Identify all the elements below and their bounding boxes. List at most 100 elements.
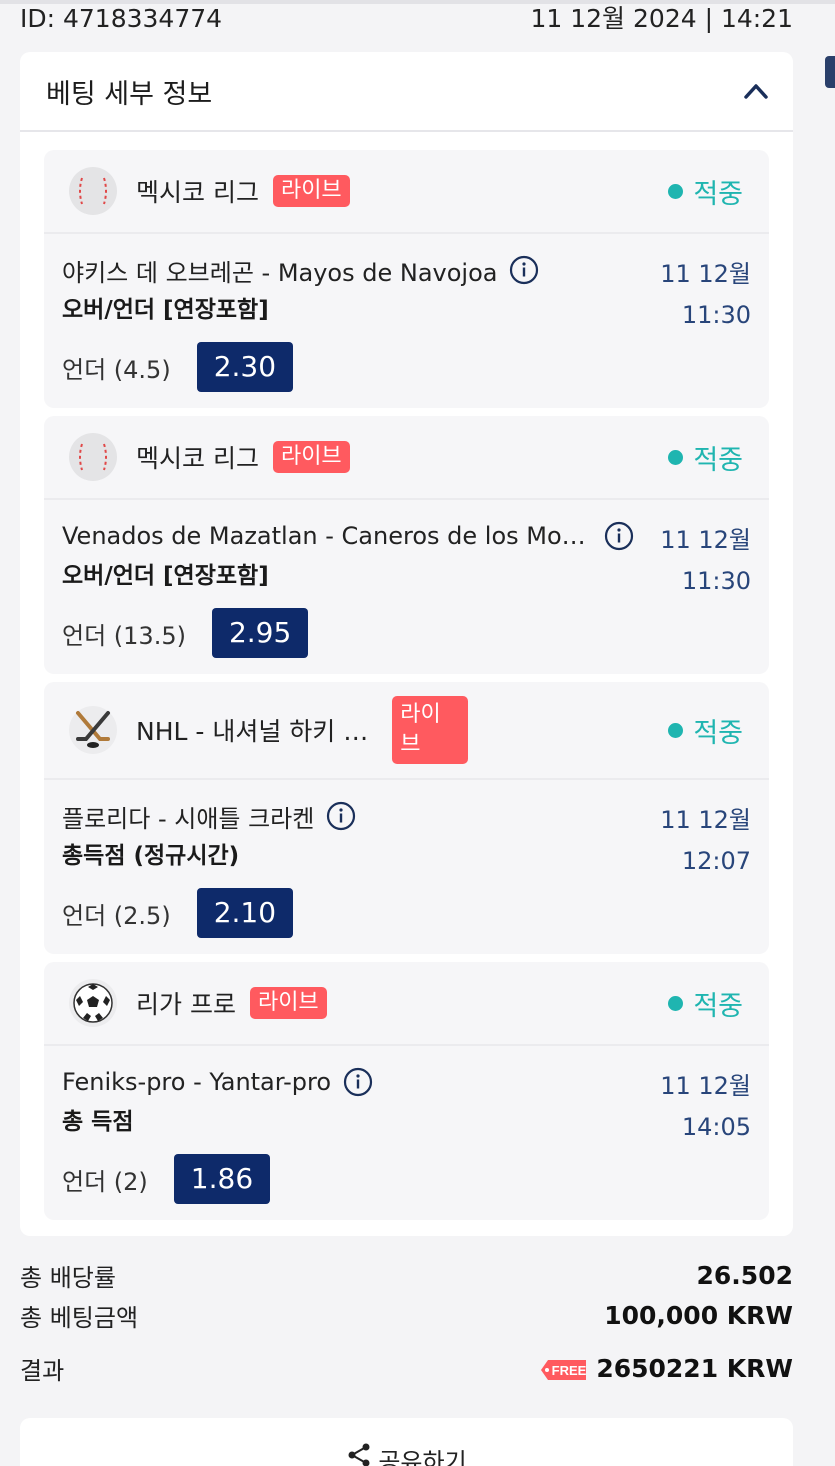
total-stake-value: 100,000 KRW [604,1300,793,1330]
event-time: 11:30 [681,301,751,329]
bet-selection-body: 플로리다 - 시애틀 크라켄 총득점 (정규시간) 언더 (2.5) 2.10 … [44,780,769,970]
bet-selection: 멕시코 리그 라이브 적중 Venados de Mazatlan - Cane… [44,416,769,674]
status-dot [668,183,684,199]
share-label: 공유하기 [378,1448,467,1466]
match-row: Feniks-pro - Yantar-pro [62,1064,751,1100]
free-tag-text: FREE [552,1363,587,1378]
bet-selection: NHL - 내셔널 하키 … 라이브 적중 플로리다 - 시애틀 크라켄 총득점… [44,682,769,954]
pick-label: 언더 (2.5) [62,901,171,930]
bet-selection: 멕시코 리그 라이브 적중 야키스 데 오브레곤 - Mayos de Navo… [44,150,769,408]
odds-badge: 2.95 [211,608,309,658]
total-odds-value: 26.502 [696,1260,793,1290]
live-badge-line2: 브 [400,732,421,757]
league-name: 멕시코 리그 [136,444,259,473]
bet-id: ID: 4718334774 [20,4,223,33]
event-datetime: 11 12월 14:05 [660,1066,751,1148]
result-value-wrap: FREE 2650221 KRW [540,1354,793,1383]
status-badge: 적중 [668,438,743,477]
share-icon [348,1443,370,1466]
event-time: 11:30 [681,567,751,595]
match-name: 플로리다 - 시애틀 크라켄 [62,804,315,833]
odds-badge: 2.10 [196,888,294,938]
scrollbar-thumb[interactable] [825,56,835,88]
result-row: 결과 FREE 2650221 KRW [20,1336,793,1400]
soccer-icon [69,979,117,1027]
baseball-icon [69,433,117,481]
event-datetime: 11 12월 11:30 [660,520,751,602]
live-badge: 라이브 [272,441,350,473]
event-date: 11 12월 [660,526,751,554]
share-button[interactable]: 공유하기 [20,1418,793,1466]
bet-selection-header: 리가 프로 라이브 적중 [44,962,769,1046]
bet-selection-header: 멕시코 리그 라이브 적중 [44,150,769,234]
info-icon[interactable] [604,521,634,551]
market-name: 총득점 (정규시간) [62,843,240,869]
info-icon[interactable] [326,801,356,831]
status-text: 적중 [693,178,743,210]
status-badge: 적중 [668,984,743,1023]
baseball-icon [69,167,117,215]
pick-label: 언더 (13.5) [62,621,186,650]
market-name: 오버/언더 [연장포함] [62,563,269,589]
match-row: 야키스 데 오브레곤 - Mayos de Navojoa [62,252,751,288]
league-name: 멕시코 리그 [136,178,259,207]
pick-row: 언더 (13.5) 2.95 [62,608,751,658]
league-name: NHL - 내셔널 하키 … [136,717,369,746]
status-dot [668,449,684,465]
live-badge: 라이브 [392,696,469,764]
bet-summary: 총 배당률 26.502 총 베팅금액 100,000 KRW 결과 FREE … [20,1256,793,1400]
info-icon[interactable] [509,255,539,285]
bet-selection-body: 야키스 데 오브레곤 - Mayos de Navojoa 오버/언더 [연장포… [44,234,769,424]
odds-badge: 2.30 [196,342,294,392]
match-name: Venados de Mazatlan - Caneros de los Mo… [62,522,586,550]
live-badge-line1: 라이 [400,702,441,727]
bet-details-card: 베팅 세부 정보 멕시코 리그 라이브 적중 야키스 데 오브레곤 - Mayo… [20,52,793,1236]
hockey-icon [69,706,117,754]
event-time: 12:07 [681,847,751,875]
free-tag-icon: FREE [541,1359,587,1380]
bet-selection: 리가 프로 라이브 적중 Feniks-pro - Yantar-pro 총 득… [44,962,769,1220]
bet-selection-body: Feniks-pro - Yantar-pro 총 득점 언더 (2) 1.86… [44,1046,769,1236]
live-badge: 라이브 [249,987,327,1019]
chevron-up-icon[interactable] [743,81,769,101]
league-name: 리가 프로 [136,990,236,1019]
status-badge: 적중 [668,172,743,211]
pick-row: 언더 (2) 1.86 [62,1154,751,1204]
total-odds-label: 총 배당률 [20,1263,116,1292]
status-badge: 적중 [668,711,743,750]
pick-row: 언더 (4.5) 2.30 [62,342,751,392]
odds-badge: 1.86 [173,1154,271,1204]
event-date: 11 12월 [660,1072,751,1100]
status-text: 적중 [693,444,743,476]
bet-selection-header: 멕시코 리그 라이브 적중 [44,416,769,500]
live-badge: 라이브 [272,175,350,207]
pick-label: 언더 (2) [62,1167,148,1196]
status-text: 적중 [693,717,743,749]
info-icon[interactable] [343,1067,373,1097]
match-name: 야키스 데 오브레곤 - Mayos de Navojoa [62,258,498,287]
event-datetime: 11 12월 12:07 [660,800,751,882]
match-row: Venados de Mazatlan - Caneros de los Mo… [62,518,751,554]
market-name: 오버/언더 [연장포함] [62,297,269,323]
bet-selection-header: NHL - 내셔널 하키 … 라이브 적중 [44,682,769,780]
status-dot [668,722,684,738]
total-stake-row: 총 베팅금액 100,000 KRW [20,1294,793,1336]
match-name: Feniks-pro - Yantar-pro [62,1068,332,1096]
market-name: 총 득점 [62,1109,134,1135]
result-value: 2650221 KRW [596,1353,793,1383]
bet-details-title: 베팅 세부 정보 [46,78,213,110]
pick-label: 언더 (4.5) [62,355,171,384]
status-text: 적중 [693,990,743,1022]
total-stake-label: 총 베팅금액 [20,1303,139,1332]
event-datetime: 11 12월 11:30 [660,254,751,336]
event-date: 11 12월 [660,806,751,834]
result-label: 결과 [20,1356,65,1385]
pick-row: 언더 (2.5) 2.10 [62,888,751,938]
bet-details-header[interactable]: 베팅 세부 정보 [20,52,793,132]
event-date: 11 12월 [660,260,751,288]
bet-id-row: ID: 4718334774 11 12월 2024 | 14:21 [20,4,793,34]
event-time: 14:05 [681,1113,751,1141]
total-odds-row: 총 배당률 26.502 [20,1256,793,1294]
match-row: 플로리다 - 시애틀 크라켄 [62,798,751,834]
status-dot [668,995,684,1011]
